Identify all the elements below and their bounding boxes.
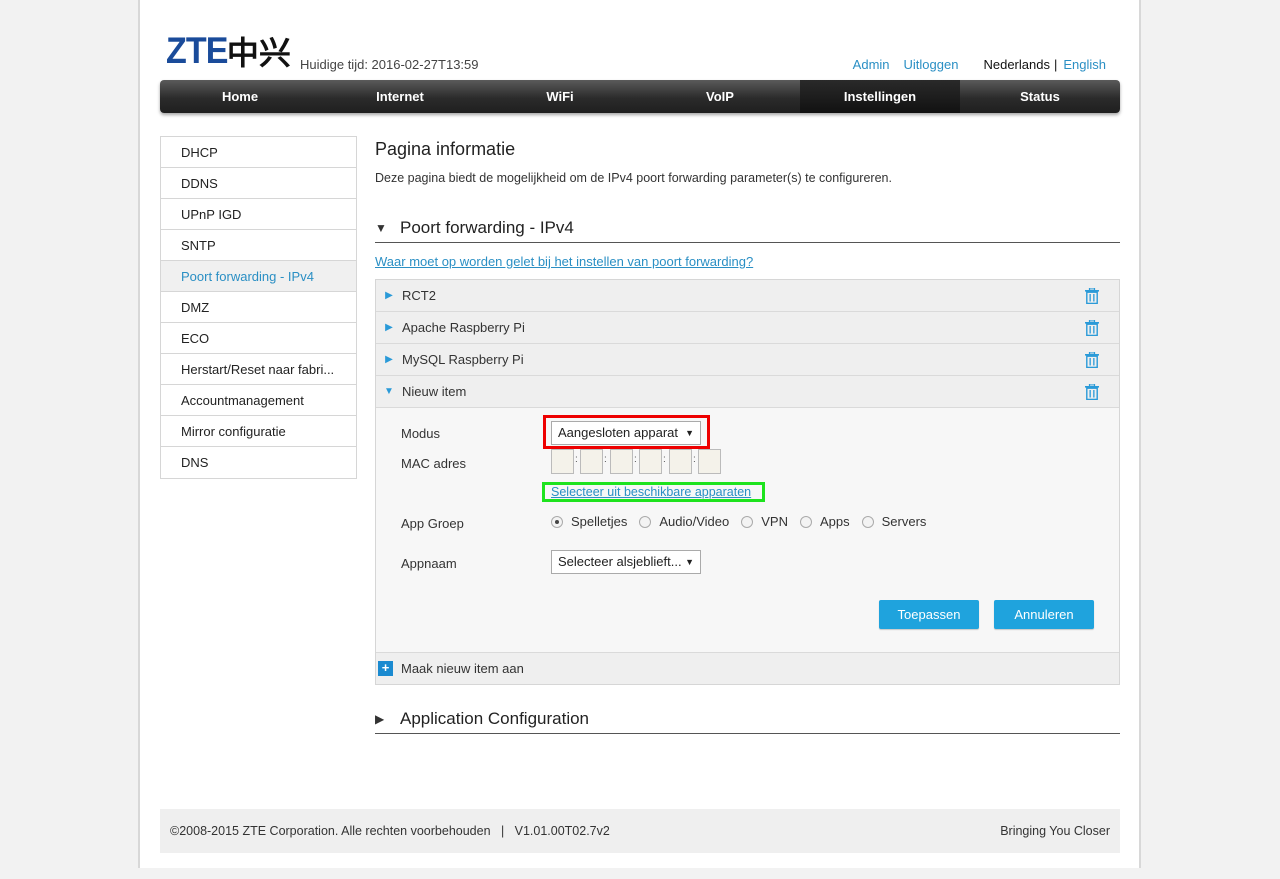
radio-servers[interactable] [861,515,874,528]
nav-wifi[interactable]: WiFi [480,80,640,113]
dropdown-caret-icon: ▼ [685,557,694,567]
radio-label: Audio/Video [659,514,730,529]
list-item[interactable]: ▶ Apache Raspberry Pi [376,312,1119,344]
sidebar-item-ddns[interactable]: DDNS [161,168,356,199]
radio-label: Servers [881,514,927,529]
trash-icon[interactable] [1085,320,1099,336]
radio-label: Apps [819,514,850,529]
logout-link[interactable]: Uitloggen [904,57,959,72]
mac-octet-5[interactable] [669,449,692,474]
page-title: Pagina informatie [375,139,516,159]
copyright-text: ©2008-2015 ZTE Corporation. Alle rechten… [170,824,610,838]
radio-label: VPN [761,514,788,529]
main-nav: Home Internet WiFi VoIP Instellingen Sta… [160,80,1120,113]
sidebar-item-account[interactable]: Accountmanagement [161,385,356,416]
list-item-expanded[interactable]: ▼ Nieuw item [376,376,1119,408]
red-highlight-box [543,415,710,449]
section-title: Poort forwarding - IPv4 [400,217,574,237]
section-title: Application Configuration [400,708,590,728]
sidebar-item-reset[interactable]: Herstart/Reset naar fabri... [161,354,356,385]
expand-triangle-icon: ▶ [375,711,385,726]
apply-button[interactable]: Toepassen [879,600,979,629]
language-nl[interactable]: Nederlands [983,57,1050,72]
trash-icon[interactable] [1085,288,1099,304]
sidebar-item-dhcp[interactable]: DHCP [161,137,356,168]
mac-label: MAC adres [401,456,467,471]
green-highlight-box [542,482,765,502]
list-item-label: Apache Raspberry Pi [402,320,525,335]
list-item[interactable]: ▶ RCT2 [376,280,1119,312]
radio-apps[interactable] [799,515,812,528]
mac-separator: : [575,454,578,465]
logo-text: ZTE [166,30,228,71]
mac-octet-4[interactable] [639,449,662,474]
mac-octet-3[interactable] [610,449,633,474]
mac-separator: : [634,454,637,465]
cancel-button[interactable]: Annuleren [994,600,1094,629]
language-separator: | [1053,57,1058,72]
mac-octet-2[interactable] [580,449,603,474]
expand-arrow-icon: ▶ [385,290,393,301]
zte-logo: ZTE 中兴 [166,30,291,72]
footer: ©2008-2015 ZTE Corporation. Alle rechten… [160,809,1120,853]
list-item-label: Nieuw item [402,384,467,399]
slogan-text: Bringing You Closer [1000,824,1110,838]
modus-label: Modus [401,426,441,441]
nav-home[interactable]: Home [160,80,320,113]
list-item-label: RCT2 [402,288,436,303]
top-links: Admin Uitloggen Nederlands | English [853,57,1106,72]
sidebar-item-dns[interactable]: DNS [161,447,356,478]
current-time: Huidige tijd: 2016-02-27T13:59 [300,57,479,72]
list-item-label: MySQL Raspberry Pi [402,352,524,367]
radio-label: Spelletjes [571,514,628,529]
section-port-forwarding[interactable]: ▼ Poort forwarding - IPv4 [375,213,1120,243]
sidebar-item-sntp[interactable]: SNTP [161,230,356,261]
mac-octet-6[interactable] [698,449,721,474]
admin-link[interactable]: Admin [853,57,890,72]
expanded-arrow-icon: ▼ [384,386,394,397]
mac-separator: : [693,454,696,465]
mac-octet-1[interactable] [551,449,574,474]
sidebar: DHCP DDNS UPnP IGD SNTP Poort forwarding… [160,136,357,479]
list-item[interactable]: ▶ MySQL Raspberry Pi [376,344,1119,376]
mac-separator: : [604,454,607,465]
section-application-config[interactable]: ▶ Application Configuration [375,704,1120,734]
logo-chinese-text: 中兴 [226,34,291,72]
expand-arrow-icon: ▶ [385,322,393,333]
app-group-radios: Spelletjes Audio/Video VPN Apps Servers [551,514,938,529]
appname-select[interactable]: Selecteer alsjeblieft... ▼ [551,550,701,574]
nav-voip[interactable]: VoIP [640,80,800,113]
trash-icon[interactable] [1085,384,1099,400]
mac-separator: : [663,454,666,465]
nav-status[interactable]: Status [960,80,1120,113]
sidebar-item-eco[interactable]: ECO [161,323,356,354]
expand-arrow-icon: ▶ [385,354,393,365]
sidebar-item-port-forwarding[interactable]: Poort forwarding - IPv4 [161,261,356,292]
appname-label: Appnaam [401,556,457,571]
help-link[interactable]: Waar moet op worden gelet bij het instel… [375,254,753,269]
sidebar-item-mirror[interactable]: Mirror configuratie [161,416,356,447]
page-description: Deze pagina biedt de mogelijkheid om de … [375,171,892,185]
plus-icon[interactable]: + [378,661,393,676]
collapse-triangle-icon: ▼ [375,220,387,235]
nav-instellingen[interactable]: Instellingen [800,80,960,113]
trash-icon[interactable] [1085,352,1099,368]
add-item-row[interactable]: + Maak nieuw item aan [376,653,1119,684]
app-group-label: App Groep [401,516,464,531]
sidebar-item-dmz[interactable]: DMZ [161,292,356,323]
radio-audio-video[interactable] [639,515,652,528]
new-item-form: Modus Aangesloten apparat ▼ MAC adres : … [376,408,1119,653]
radio-vpn[interactable] [741,515,754,528]
appname-select-value: Selecteer alsjeblieft... [558,554,682,569]
add-item-label: Maak nieuw item aan [401,661,524,676]
sidebar-item-upnp[interactable]: UPnP IGD [161,199,356,230]
radio-spelletjes[interactable] [551,515,563,528]
nav-internet[interactable]: Internet [320,80,480,113]
language-en[interactable]: English [1063,57,1106,72]
